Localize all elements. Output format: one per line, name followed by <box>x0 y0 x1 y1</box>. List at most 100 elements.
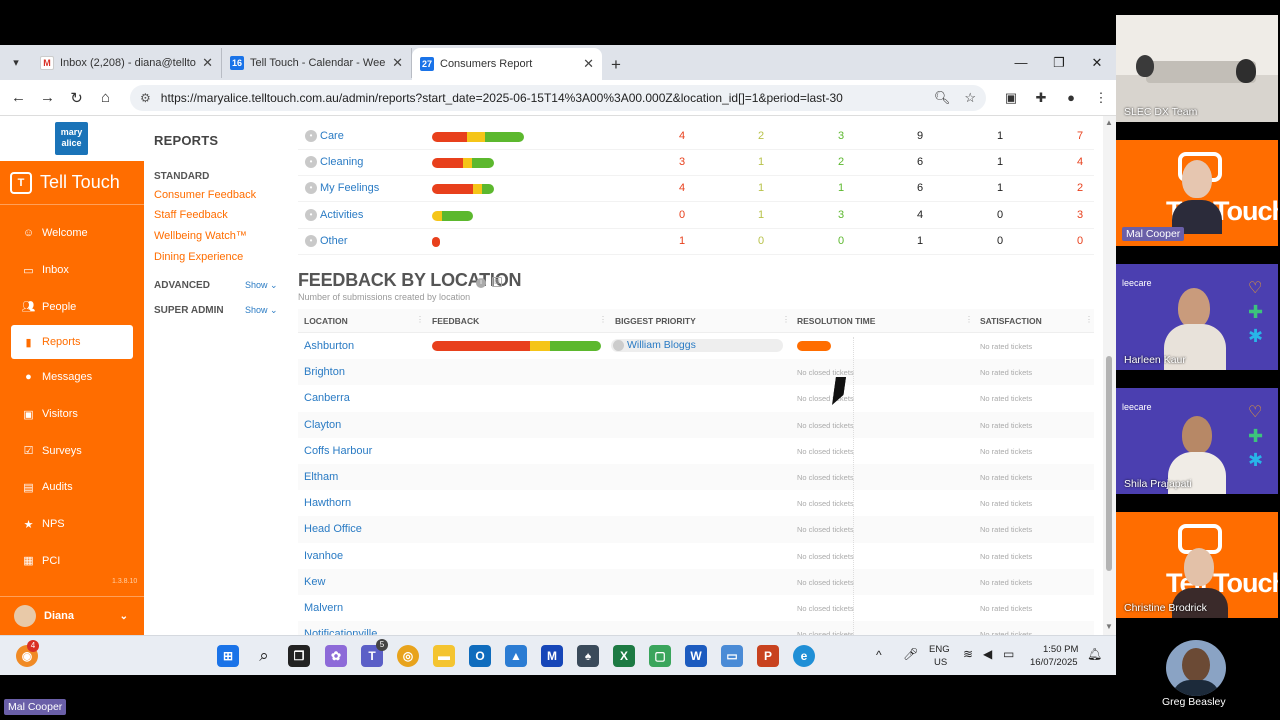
category-name[interactable]: Cleaning <box>320 156 363 168</box>
outlook-icon[interactable]: O <box>469 645 491 667</box>
notification-bell-icon[interactable]: 🔔︎ <box>1087 647 1102 661</box>
chrome-icon[interactable]: ◎ <box>397 645 419 667</box>
location-link[interactable]: Malvern <box>304 602 343 614</box>
reload-icon[interactable]: ↻ <box>62 89 91 107</box>
sidebar-item-inbox[interactable]: ▭ Inbox <box>0 252 144 289</box>
location-link[interactable]: Ashburton <box>304 340 354 352</box>
location-link[interactable]: Notificationville <box>304 628 377 635</box>
edge-icon[interactable]: e <box>793 645 815 667</box>
forward-icon[interactable]: → <box>33 89 62 106</box>
user-menu[interactable]: Diana ⌄ <box>0 596 144 635</box>
sidebar-item-messages[interactable]: ● Messages <box>0 359 144 396</box>
advanced-show-toggle[interactable]: Show ⌄ <box>245 280 278 291</box>
solitaire-icon[interactable]: ♠ <box>577 645 599 667</box>
category-name[interactable]: Other <box>320 235 348 247</box>
search-icon[interactable]: ⌕ <box>253 645 275 667</box>
site-info-icon[interactable]: ⚙ <box>140 91 151 105</box>
minimize-icon[interactable]: — <box>1002 45 1040 80</box>
subnav-link-staff-feedback[interactable]: Staff Feedback <box>154 209 228 221</box>
menu-icon[interactable]: ⋮ <box>1086 90 1116 106</box>
back-icon[interactable]: ← <box>4 89 33 106</box>
category-name[interactable]: Activities <box>320 209 363 221</box>
column-header-satisfaction[interactable]: SATISFACTION <box>980 316 1042 326</box>
column-header-location[interactable]: LOCATION <box>304 316 348 326</box>
location-link[interactable]: Brighton <box>304 366 345 378</box>
restore-icon[interactable]: ❐ <box>1040 45 1078 80</box>
sidebar-item-visitors[interactable]: ▣ Visitors <box>0 396 144 433</box>
photos-icon[interactable]: ▲ <box>505 645 527 667</box>
extension-icon[interactable]: ▣ <box>996 90 1026 106</box>
video-tile-harleen-kaur[interactable]: leecare ♡ ✚ ✱ Harleen Kaur <box>1116 264 1278 370</box>
sidebar-item-reports[interactable]: ▮ Reports <box>11 325 133 360</box>
location-link[interactable]: Clayton <box>304 419 341 431</box>
malwarebytes-icon[interactable]: M <box>541 645 563 667</box>
sidebar-item-pci[interactable]: ▦ PCI <box>0 543 144 580</box>
tab-calendar[interactable]: 16 Tell Touch - Calendar - Week of ✕ <box>222 48 412 78</box>
microphone-icon[interactable]: 🎤︎ <box>903 647 918 661</box>
close-icon[interactable]: ✕ <box>392 55 403 71</box>
sidebar-item-audits[interactable]: ▤ Audits <box>0 469 144 506</box>
column-header-feedback[interactable]: FEEDBACK <box>432 316 479 326</box>
video-tile-slec-dx-team[interactable]: SLEC DX Team <box>1116 15 1278 122</box>
task-view-icon[interactable]: ❐ <box>288 645 310 667</box>
column-header-resolution-time[interactable]: RESOLUTION TIME <box>797 316 875 326</box>
scrollbar-thumb[interactable] <box>1106 356 1112 571</box>
sort-icon[interactable]: ⋮ <box>965 315 973 324</box>
word-icon[interactable]: W <box>685 645 707 667</box>
url-field[interactable]: ⚙ https://maryalice.telltouch.com.au/adm… <box>130 84 986 111</box>
sidebar-item-people[interactable]: 👥︎ People <box>0 288 144 325</box>
subnav-link-consumer-feedback[interactable]: Consumer Feedback <box>154 189 256 201</box>
zoom-icon[interactable]: 🔍︎ <box>934 90 951 106</box>
file-explorer-icon[interactable]: ▬ <box>433 645 455 667</box>
location-link[interactable]: Eltham <box>304 471 338 483</box>
new-tab-button[interactable]: + <box>602 50 630 80</box>
battery-icon[interactable]: ▭ <box>1003 647 1014 661</box>
biggest-priority-pill[interactable]: William Bloggs <box>611 339 783 352</box>
volume-icon[interactable]: ◀ <box>983 647 992 661</box>
chat-app-icon[interactable]: ▢ <box>649 645 671 667</box>
tab-consumers-report[interactable]: 27 Consumers Report ✕ <box>412 48 602 80</box>
subnav-link-dining-experience[interactable]: Dining Experience <box>154 251 243 263</box>
super-admin-show-toggle[interactable]: Show ⌄ <box>245 305 278 316</box>
subnav-link-wellbeing-watch[interactable]: Wellbeing Watch™ <box>154 230 247 242</box>
location-link[interactable]: Canberra <box>304 392 350 404</box>
page-scrollbar[interactable]: ▲ ▼ <box>1103 116 1116 635</box>
video-tile-mal-cooper[interactable]: Tell Touch Mal Cooper <box>1116 140 1278 246</box>
clock-time[interactable]: 1:50 PM <box>1043 644 1078 655</box>
close-icon[interactable]: ✕ <box>583 56 594 72</box>
image-export-icon[interactable]: ▨ <box>492 277 502 287</box>
excel-icon[interactable]: X <box>613 645 635 667</box>
tab-search-button[interactable]: ▾ <box>0 45 32 80</box>
tab-gmail[interactable]: M Inbox (2,208) - diana@telltouch ✕ <box>32 48 222 78</box>
category-name[interactable]: My Feelings <box>320 182 379 194</box>
sort-icon[interactable]: ⋮ <box>416 315 424 324</box>
close-icon[interactable]: ✕ <box>202 55 213 71</box>
category-name[interactable]: Care <box>320 130 344 142</box>
location-link[interactable]: Head Office <box>304 523 362 535</box>
sort-icon[interactable]: ⋮ <box>599 315 607 324</box>
scroll-down-icon[interactable]: ▼ <box>1105 622 1113 631</box>
sidebar-item-surveys[interactable]: ☑ Surveys <box>0 432 144 469</box>
location-link[interactable]: Ivanhoe <box>304 550 343 562</box>
location-link[interactable]: Kew <box>304 576 325 588</box>
close-window-icon[interactable]: ✕ <box>1078 45 1116 80</box>
profile-icon[interactable]: ● <box>1056 90 1086 105</box>
puzzle-icon[interactable]: ✚ <box>1026 90 1056 106</box>
info-icon[interactable]: i <box>476 278 486 288</box>
location-link[interactable]: Coffs Harbour <box>304 445 372 457</box>
sort-icon[interactable]: ⋮ <box>1085 315 1093 324</box>
chevron-up-icon[interactable]: ^ <box>876 648 882 662</box>
sidebar-item-nps[interactable]: ★ NPS <box>0 506 144 543</box>
powerpoint-icon[interactable]: P <box>757 645 779 667</box>
location-link[interactable]: Hawthorn <box>304 497 351 509</box>
remote-desktop-icon[interactable]: ▭ <box>721 645 743 667</box>
sort-icon[interactable]: ⋮ <box>782 315 790 324</box>
video-tile-greg-beasley[interactable]: Greg Beasley <box>1116 636 1278 712</box>
bookmark-star-icon[interactable]: ☆ <box>964 90 976 106</box>
copilot-icon[interactable]: ✿ <box>325 645 347 667</box>
video-tile-christine-brodrick[interactable]: Tell Touch Christine Brodrick <box>1116 512 1278 618</box>
column-header-biggest-priority[interactable]: BIGGEST PRIORITY <box>615 316 696 326</box>
wifi-icon[interactable]: ≋ <box>963 647 973 661</box>
sidebar-item-welcome[interactable]: ☺ Welcome <box>0 215 144 252</box>
language-indicator[interactable]: ENG <box>929 644 950 655</box>
